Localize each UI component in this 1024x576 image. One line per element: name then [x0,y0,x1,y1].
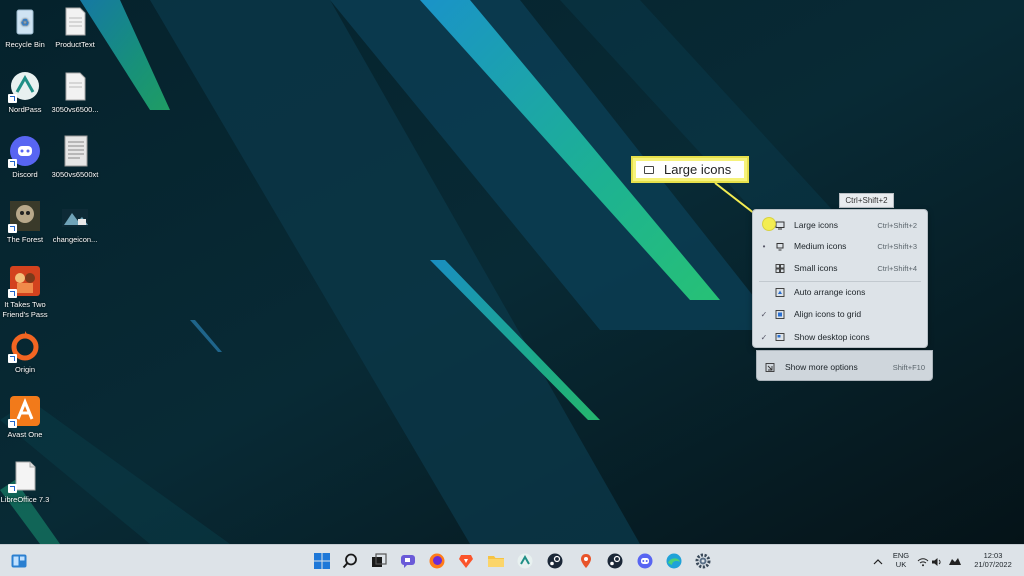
monitor-icon [775,242,785,251]
taskbar-brave[interactable] [456,551,476,571]
settings-icon [695,553,711,569]
recycle-bin-icon: ♻ [16,9,34,35]
desktop-icons-icon [775,332,785,342]
tray-overflow-button[interactable] [868,552,888,572]
monitor-icon [775,221,785,230]
taskbar: ENG UK 12:03 21/07/2022 [0,544,1024,576]
desktop-icon-nordpass[interactable]: NordPass [0,69,51,115]
taskbar-search[interactable] [340,551,360,571]
desktop-icon-the-forest[interactable]: The Forest [0,199,51,245]
svg-text:♻: ♻ [21,18,30,29]
taskbar-steam-2[interactable] [605,551,625,571]
taskbar-task-view[interactable] [369,551,389,571]
document-icon [65,72,86,101]
taskbar-steam[interactable] [545,551,565,571]
desktop-icon-changeicon[interactable]: changeicon... [49,199,101,245]
desktop-icon-avast-one[interactable]: Avast One [0,394,51,440]
language-indicator[interactable]: ENG UK [890,551,912,569]
steam-icon [547,553,563,569]
taskbar-settings[interactable] [693,551,713,571]
brave-icon [459,555,473,568]
menu-item-small-icons[interactable]: Small icons Ctrl+Shift+4 [753,258,927,278]
desktop-icon-3050vs6500-doc[interactable]: 3050vs6500... [49,69,101,115]
tray-battery-app[interactable] [948,552,962,572]
view-submenu: Large icons Ctrl+Shift+2 • Medium icons … [752,209,928,348]
shortcut-arrow-icon [8,484,17,493]
file-explorer-icon [488,556,504,567]
auto-arrange-icon [775,287,785,297]
menu-item-auto-arrange[interactable]: Auto arrange icons [753,282,927,302]
desktop-context-menu: Show more options Shift+F10 [756,350,933,381]
desktop-icon-origin[interactable]: Origin [0,329,51,375]
desktop-icon-3050vs6500xt[interactable]: 3050vs6500xt [49,134,101,180]
taskbar-maps[interactable] [576,551,596,571]
desktop-icon-recycle-bin[interactable]: ♻ Recycle Bin [0,4,51,50]
desktop-icon-producttext[interactable]: ProductText [49,4,101,50]
nordpass-icon [517,553,533,569]
menu-item-large-icons[interactable]: Large icons Ctrl+Shift+2 [753,215,927,235]
taskbar-file-explorer[interactable] [486,551,506,571]
menu-item-show-desktop-icons[interactable]: ✓ Show desktop icons [753,327,927,347]
shortcut-arrow-icon [8,159,17,168]
taskbar-start[interactable] [312,551,332,571]
menu-item-show-more-options[interactable]: Show more options Shift+F10 [761,357,935,377]
taskbar-nordpass[interactable] [515,551,535,571]
highlight-dot [763,218,775,230]
menu-item-medium-icons[interactable]: • Medium icons Ctrl+Shift+3 [753,236,927,256]
shortcut-arrow-icon [8,419,17,428]
image-icon [62,209,88,227]
more-options-icon [765,362,775,372]
start-icon [314,553,330,569]
chat-icon [401,555,415,568]
steam-icon [607,553,623,569]
desktop-icon-discord[interactable]: Discord [0,134,51,180]
shortcut-arrow-icon [8,289,17,298]
maps-icon [581,554,591,568]
taskbar-widgets[interactable] [9,551,29,571]
taskbar-firefox[interactable] [427,551,447,571]
widgets-icon [11,554,27,568]
document-icon [65,7,86,36]
tray-app-icon [949,558,961,565]
monitor-icon [644,165,654,174]
discord-icon [637,553,653,569]
wifi-icon [917,558,929,567]
taskbar-edge[interactable] [664,551,684,571]
taskbar-chat[interactable] [398,551,418,571]
desktop-icon-libreoffice[interactable]: LibreOffice 7.3 [0,459,51,505]
callout-label: Large icons [664,162,732,177]
small-icons-grid-icon [775,263,785,273]
align-grid-icon [775,309,785,319]
speaker-icon [932,558,941,566]
callout-large-icons: Large icons [631,156,749,183]
shortcut-tooltip: Ctrl+Shift+2 [839,193,894,208]
tray-wifi[interactable] [917,552,929,572]
task-view-icon [372,553,387,567]
edge-icon [666,553,682,569]
chevron-up-icon [873,559,883,565]
clock[interactable]: 12:03 21/07/2022 [970,551,1016,569]
shortcut-arrow-icon [8,354,17,363]
taskbar-discord[interactable] [635,551,655,571]
firefox-icon [429,553,445,569]
shortcut-arrow-icon [8,224,17,233]
text-document-icon [64,135,88,167]
search-icon [342,553,357,569]
shortcut-arrow-icon [8,94,17,103]
menu-item-align-to-grid[interactable]: ✓ Align icons to grid [753,304,927,324]
desktop-icon-it-takes-two[interactable]: It Takes Two Friend's Pass [0,264,51,320]
tray-volume[interactable] [931,552,943,572]
